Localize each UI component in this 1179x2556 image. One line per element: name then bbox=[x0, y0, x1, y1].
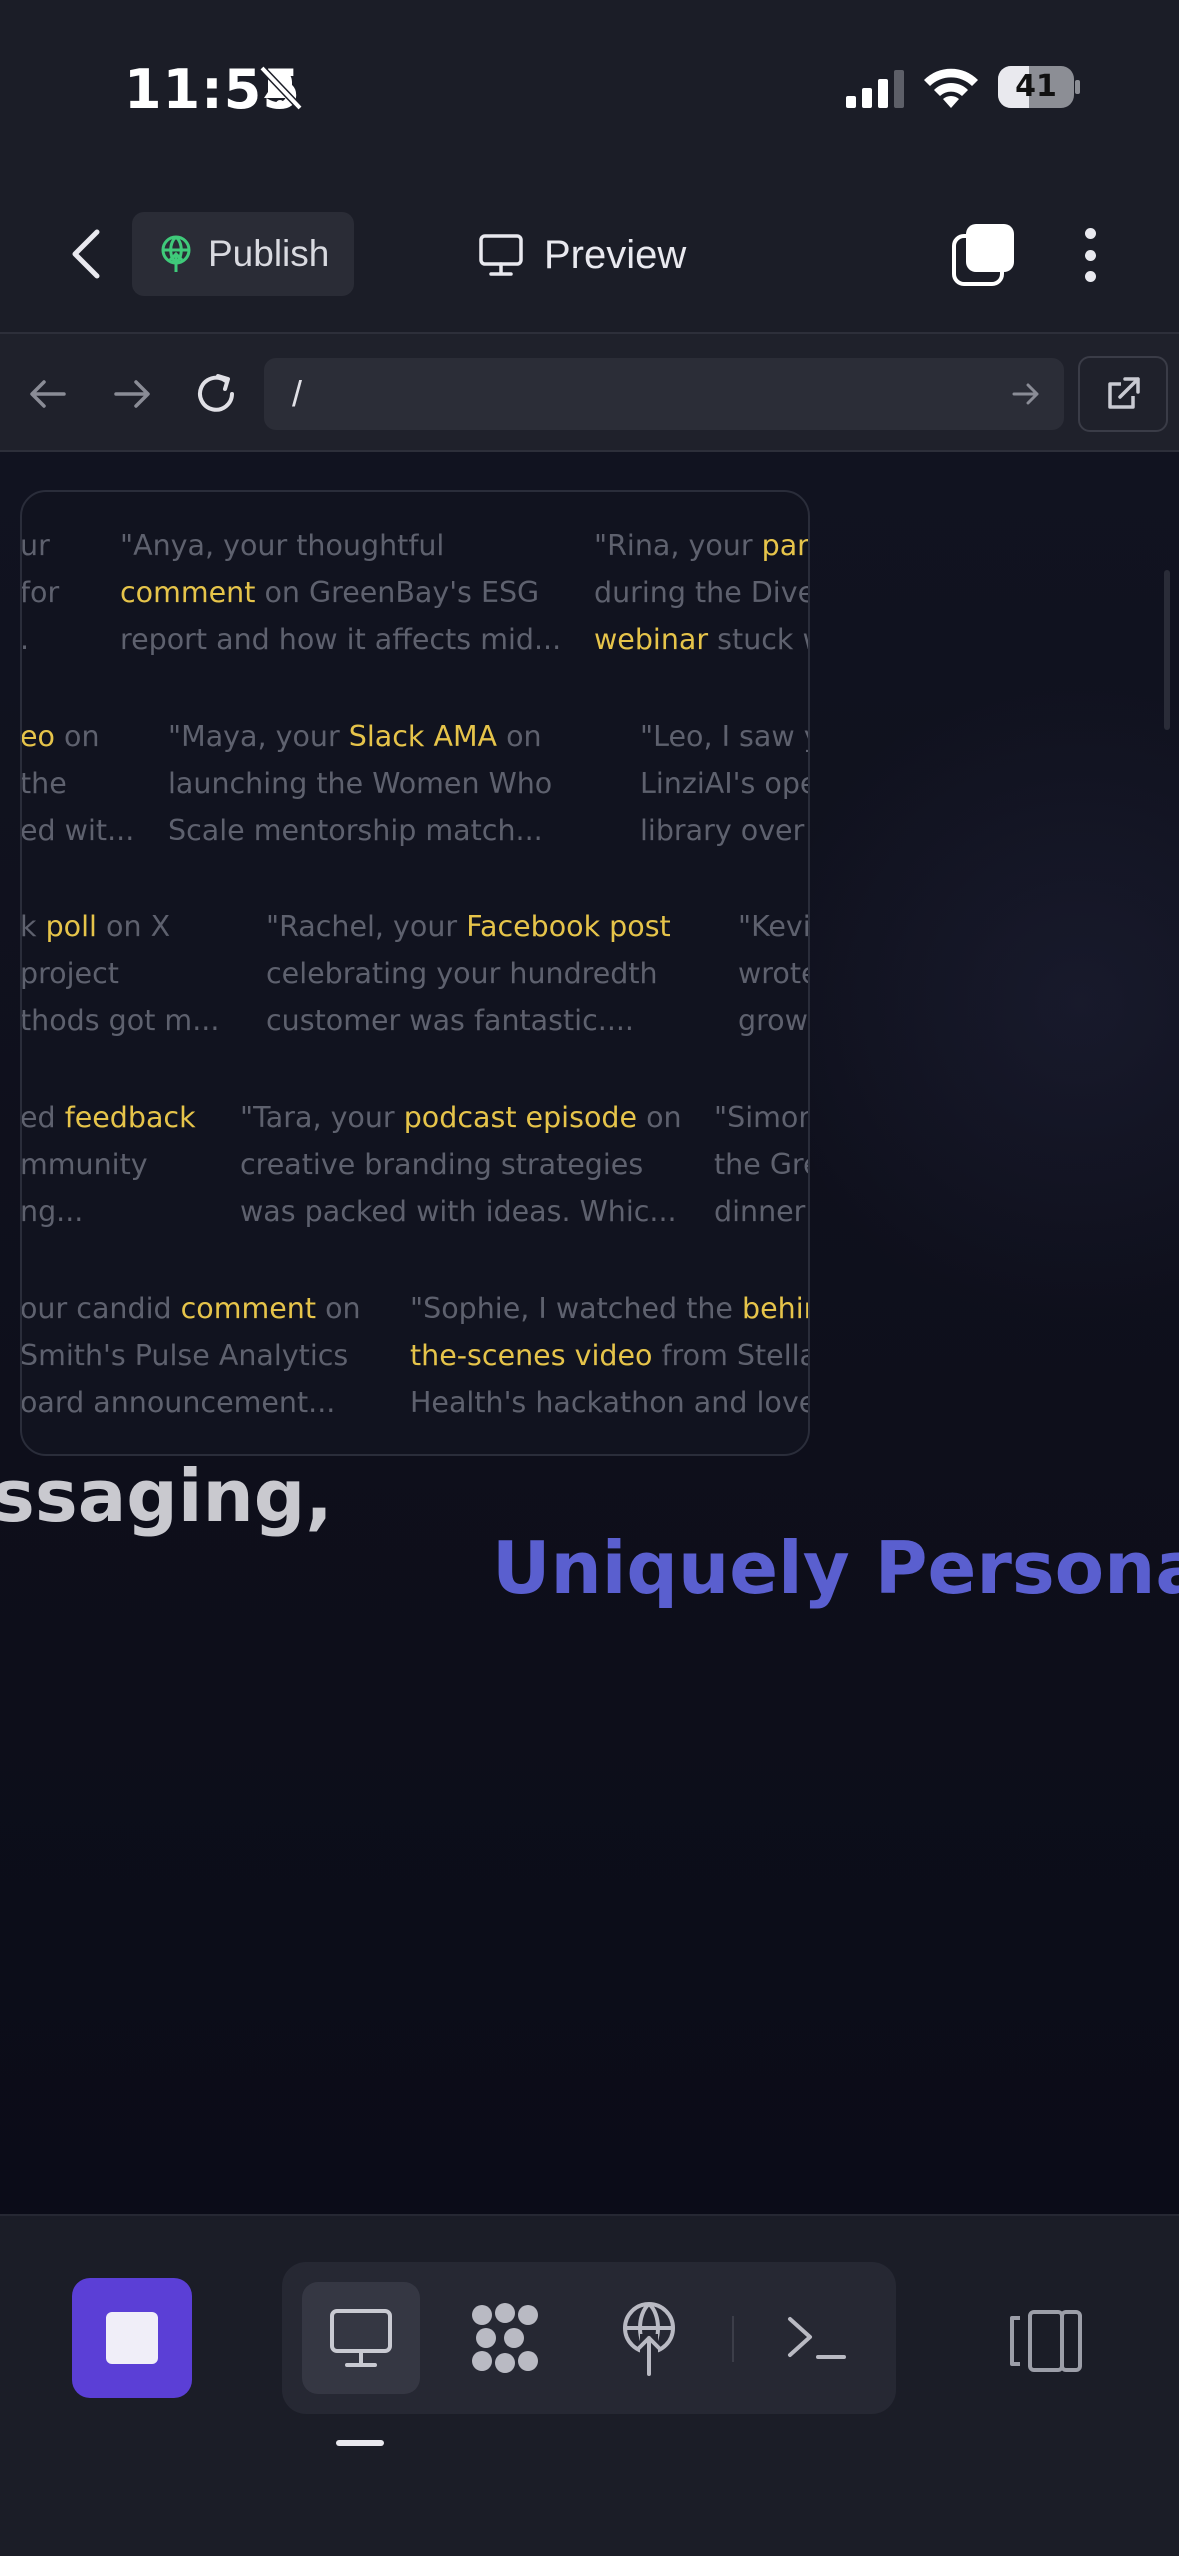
go-arrow-icon[interactable] bbox=[1004, 372, 1048, 416]
nav-back-button[interactable] bbox=[20, 366, 76, 422]
wifi-icon bbox=[924, 68, 978, 108]
tool-terminal[interactable] bbox=[758, 2282, 876, 2394]
dot bbox=[1084, 271, 1096, 282]
background-glow bbox=[780, 652, 1179, 1352]
quote-item: "Kevinwrotegrow bbox=[738, 910, 810, 1037]
stop-button[interactable] bbox=[72, 2278, 192, 2398]
quote-item: "Rina, your pane during the Diver webina… bbox=[594, 529, 810, 656]
hero-headline: ssaging, bbox=[0, 1454, 333, 1538]
more-options-button[interactable] bbox=[1070, 222, 1110, 288]
publish-icon bbox=[161, 235, 191, 272]
publish-button[interactable]: Publish bbox=[132, 212, 354, 296]
chevron-left-icon bbox=[72, 229, 100, 279]
arrow-right-icon bbox=[114, 380, 150, 408]
dot bbox=[1084, 249, 1096, 261]
grid-icon bbox=[472, 2303, 538, 2373]
quote-item: "Simon the Gre dinner bbox=[714, 1101, 810, 1228]
signal-icon bbox=[846, 70, 904, 108]
tool-publish[interactable] bbox=[590, 2282, 708, 2394]
quote-item: "Maya, your Slack AMA on launching the W… bbox=[168, 720, 553, 847]
quote-item: "Rachel, your Facebook post celebrating … bbox=[266, 910, 671, 1037]
reload-icon bbox=[198, 374, 234, 412]
nav-forward-button[interactable] bbox=[104, 366, 160, 422]
tool-graph[interactable] bbox=[446, 2282, 564, 2394]
monitor-icon bbox=[330, 2309, 392, 2367]
quote-item: our candid comment on Smith's Pulse Anal… bbox=[20, 1292, 361, 1419]
tabs-icon[interactable] bbox=[950, 222, 1016, 288]
bell-slash-icon bbox=[259, 65, 303, 111]
quote-item: "Tara, your podcast episode on creative … bbox=[240, 1101, 682, 1228]
hero-subline: Uniquely Personal. bbox=[492, 1526, 1179, 1610]
tool-group bbox=[282, 2262, 896, 2414]
external-link-icon bbox=[1108, 377, 1140, 409]
toolbar-divider bbox=[732, 2316, 734, 2362]
stop-icon bbox=[106, 2312, 158, 2364]
quote-item: "Sophie, I watched the behind the-scenes… bbox=[410, 1292, 810, 1419]
open-external-button[interactable] bbox=[1078, 356, 1168, 432]
testimonial-card: ur for. "Anya, your thoughtful comment on… bbox=[20, 490, 810, 1456]
preview-button[interactable]: Preview bbox=[478, 220, 686, 290]
side-panel-icon[interactable] bbox=[1006, 2308, 1086, 2374]
battery-indicator: 41 bbox=[998, 66, 1080, 108]
quote-item: "Anya, your thoughtful comment on GreenB… bbox=[120, 529, 562, 656]
scrollbar[interactable] bbox=[1164, 570, 1170, 730]
preview-label: Preview bbox=[544, 232, 687, 277]
preview-viewport[interactable]: ur for. "Anya, your thoughtful comment on… bbox=[0, 452, 1179, 2214]
app-header: 11:55 41 Publish Preview bbox=[0, 0, 1179, 332]
tool-preview[interactable] bbox=[302, 2282, 420, 2394]
publish-icon bbox=[623, 2302, 675, 2376]
dot bbox=[1084, 228, 1096, 239]
url-text: / bbox=[292, 373, 303, 414]
browser-bar: / bbox=[0, 332, 1179, 452]
publish-label: Publish bbox=[208, 233, 330, 274]
url-input[interactable]: / bbox=[264, 358, 1064, 430]
quote-item: "Leo, I saw yoLinziAI's opelibrary over … bbox=[640, 720, 810, 847]
arrow-left-icon bbox=[30, 380, 66, 408]
back-button[interactable] bbox=[58, 218, 114, 290]
bottom-toolbar bbox=[0, 2214, 1179, 2556]
monitor-icon bbox=[479, 234, 523, 276]
active-tab-indicator bbox=[336, 2440, 384, 2446]
terminal-icon bbox=[788, 2317, 846, 2359]
reload-button[interactable] bbox=[188, 366, 244, 422]
